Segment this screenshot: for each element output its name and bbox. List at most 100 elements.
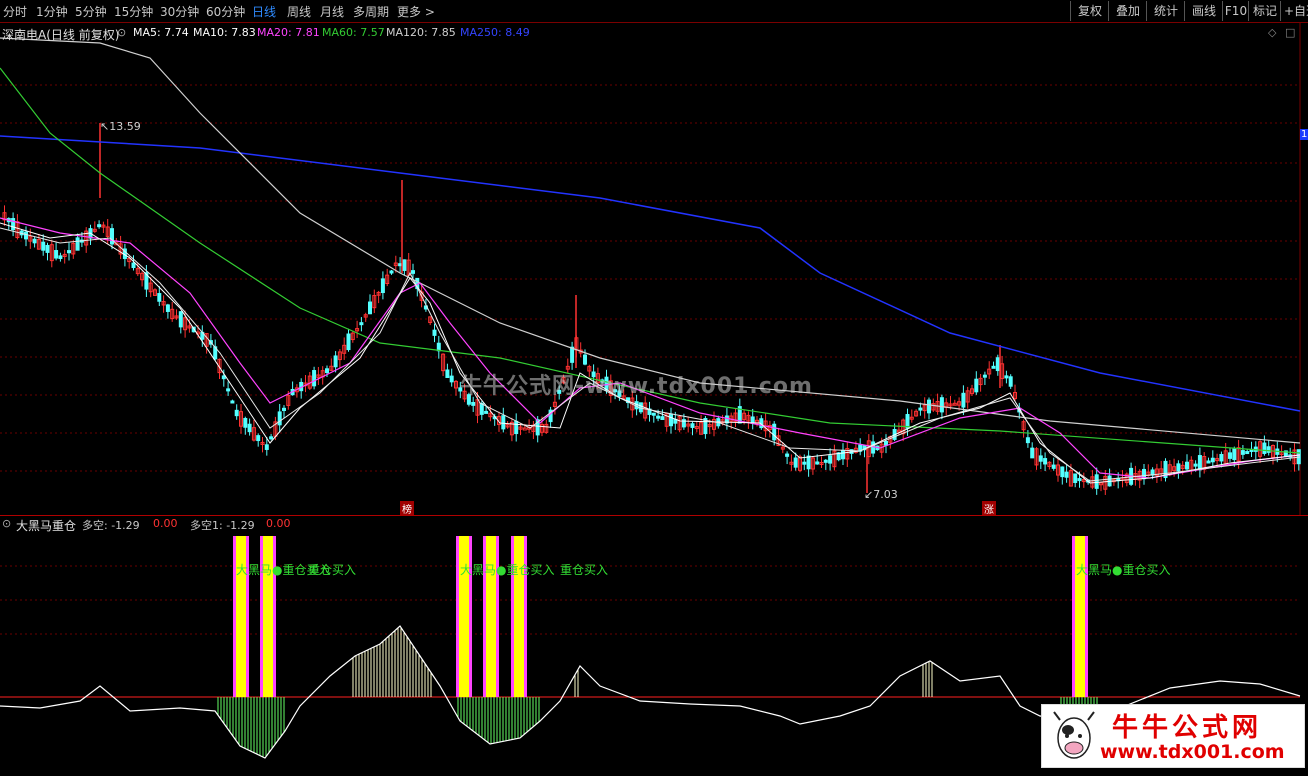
- candle-body: [651, 412, 656, 416]
- candle-body: [1038, 455, 1043, 462]
- price-axis-marker: 1: [1300, 129, 1308, 140]
- duokong-change: 0.00: [153, 517, 178, 530]
- candle-body: [380, 278, 385, 294]
- high-price-value: 13.59: [109, 120, 141, 133]
- candle-body: [1206, 460, 1211, 464]
- candle-body: [264, 444, 269, 450]
- candle-body: [772, 423, 777, 441]
- ma10-line: [0, 227, 1301, 482]
- price-chart-panel[interactable]: 深南电A(日线 前复权) ⊙ MA5: 7.74 MA10: 7.83 MA20…: [0, 23, 1308, 516]
- candle-body: [1073, 473, 1078, 484]
- candle-body: [501, 415, 506, 430]
- tab-60min[interactable]: 60分钟: [206, 3, 245, 20]
- candle-body: [110, 228, 114, 245]
- candle-body: [514, 420, 519, 435]
- overlay-button[interactable]: 叠加: [1108, 1, 1147, 21]
- candle-body: [325, 368, 329, 374]
- tab-multi-period[interactable]: 多周期: [353, 3, 389, 20]
- ma60-label: MA60: 7.57: [322, 26, 385, 39]
- adjust-button[interactable]: 复权: [1070, 1, 1109, 21]
- mark-button[interactable]: 标记: [1248, 1, 1281, 21]
- candle-body: [282, 407, 286, 411]
- candle-body: [445, 369, 450, 378]
- duokong1-change: 0.00: [266, 517, 291, 530]
- candle-body: [230, 400, 235, 404]
- candle-body: [221, 375, 226, 380]
- candle-body: [884, 441, 888, 446]
- tab-weekly[interactable]: 周线: [287, 3, 311, 20]
- candle-body: [806, 455, 811, 470]
- candle-body: [45, 244, 50, 253]
- ma250-label: MA250: 8.49: [460, 26, 530, 39]
- stock-title: 深南电A(日线 前复权): [2, 28, 120, 42]
- candle-body: [178, 311, 183, 328]
- signal-label: 重仓买入: [308, 563, 357, 577]
- ma120-label: MA120: 7.85: [386, 26, 456, 39]
- indicator-menu-icon[interactable]: ⊙: [2, 517, 11, 530]
- candle-body: [1197, 455, 1202, 471]
- tab-daily[interactable]: 日线: [252, 3, 276, 20]
- candle-body: [815, 461, 820, 465]
- candle-body: [1025, 437, 1030, 444]
- histogram: [217, 627, 1098, 758]
- candle-body: [918, 407, 923, 411]
- tab-15min[interactable]: 15分钟: [114, 3, 153, 20]
- candle-body: [277, 411, 282, 426]
- candle-body: [1232, 448, 1237, 461]
- tab-1min[interactable]: 1分钟: [36, 3, 68, 20]
- candle-body: [1262, 442, 1267, 454]
- candle-body: [247, 423, 252, 433]
- tab-monthly[interactable]: 月线: [320, 3, 344, 20]
- draw-line-button[interactable]: 画线: [1184, 1, 1223, 21]
- site-logo: 牛牛公式网 www.tdx001.com: [1041, 704, 1305, 768]
- candle-body: [995, 357, 1000, 372]
- candlestick-chart[interactable]: [0, 23, 1308, 515]
- candle-body: [389, 270, 394, 274]
- signal-label: 重仓买入: [560, 563, 609, 577]
- candle-body: [656, 415, 661, 419]
- candle-body: [660, 416, 665, 421]
- logo-title: 牛牛公式网: [1112, 713, 1263, 743]
- signal-label: 大黑马●重仓买入: [1076, 563, 1171, 577]
- statistics-button[interactable]: 统计: [1146, 1, 1185, 21]
- candle-body: [449, 375, 454, 383]
- candle-body: [841, 449, 845, 460]
- ma5-label: MA5: 7.74: [133, 26, 189, 39]
- candle-body: [1210, 457, 1215, 463]
- tab-timeshare[interactable]: 分时: [3, 3, 27, 20]
- candle-body: [67, 250, 71, 254]
- candle-body: [398, 263, 403, 267]
- candle-body: [359, 322, 364, 326]
- candle-body: [24, 231, 28, 240]
- add-watchlist-button[interactable]: +自选: [1280, 1, 1308, 21]
- candle-body: [256, 435, 261, 442]
- candle-body: [1266, 446, 1271, 453]
- f10-button[interactable]: F10: [1222, 1, 1249, 21]
- diamond-icon[interactable]: ◇: [1268, 26, 1276, 39]
- bang-marker[interactable]: 榜: [400, 501, 414, 516]
- candle-body: [479, 403, 484, 415]
- candle-body: [669, 413, 673, 427]
- tab-5min[interactable]: 5分钟: [75, 3, 107, 20]
- ma10-label: MA10: 7.83: [193, 26, 256, 39]
- candle-body: [1185, 461, 1189, 470]
- candle-body: [11, 218, 16, 231]
- zhang-marker[interactable]: 涨: [982, 501, 996, 516]
- candle-body: [974, 378, 979, 393]
- low-price-value: 7.03: [873, 488, 898, 501]
- candle-body: [234, 409, 239, 417]
- candle-body: [961, 392, 966, 408]
- square-icon[interactable]: □: [1285, 26, 1295, 39]
- candle-body: [1094, 474, 1099, 489]
- candle-body: [802, 461, 807, 465]
- candle-body: [346, 333, 351, 351]
- candle-body: [1060, 466, 1065, 478]
- candle-body: [41, 241, 46, 251]
- candle-body: [1219, 454, 1224, 462]
- candle-body: [1064, 471, 1069, 478]
- tab-more[interactable]: 更多 >: [397, 3, 435, 20]
- chevron-down-icon[interactable]: ⊙: [117, 26, 126, 39]
- candle-body: [1077, 478, 1082, 482]
- candle-body: [1245, 451, 1250, 455]
- tab-30min[interactable]: 30分钟: [160, 3, 199, 20]
